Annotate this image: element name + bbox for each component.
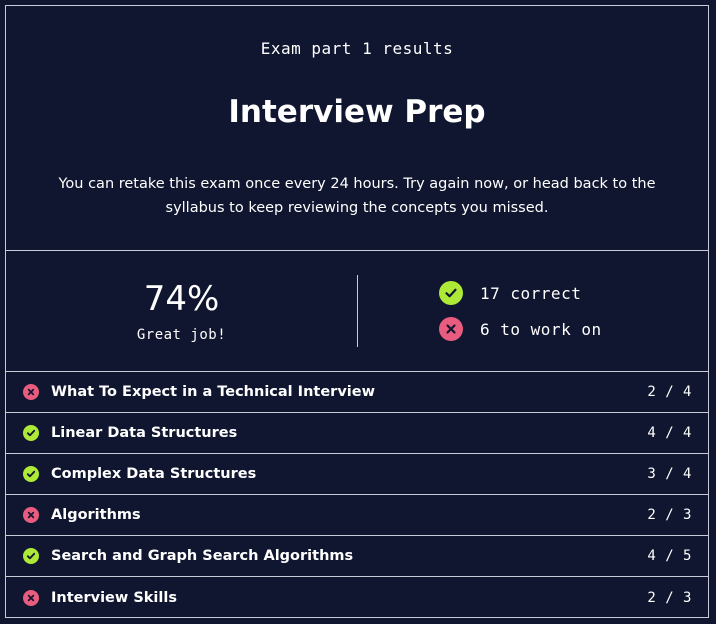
results-panel: Exam part 1 results Interview Prep You c…	[5, 5, 709, 618]
x-icon	[23, 384, 39, 400]
topic-results-list: What To Expect in a Technical Interview 2…	[6, 372, 708, 618]
topic-label: Algorithms	[51, 507, 141, 523]
topic-row[interactable]: Search and Graph Search Algorithms 4 / 5	[6, 536, 708, 577]
topic-score: 4 / 4	[647, 425, 692, 441]
correct-count-label: 17 correct	[480, 283, 582, 303]
topic-score: 2 / 3	[647, 507, 692, 523]
topic-label: What To Expect in a Technical Interview	[51, 384, 375, 400]
score-summary: 74% Great job! 17 correct 6 to work on	[6, 251, 708, 372]
x-icon	[439, 317, 463, 341]
summary-divider	[357, 275, 358, 347]
topic-score: 3 / 4	[647, 466, 692, 482]
page-title: Interview Prep	[228, 94, 486, 130]
results-header: Exam part 1 results Interview Prep You c…	[6, 6, 708, 251]
exam-part-label: Exam part 1 results	[260, 39, 454, 58]
topic-score: 4 / 5	[647, 548, 692, 564]
check-icon	[23, 466, 39, 482]
score-praise: Great job!	[136, 327, 227, 343]
score-block: 74% Great job!	[6, 277, 357, 343]
topic-label: Linear Data Structures	[51, 425, 238, 441]
check-icon	[23, 425, 39, 441]
topic-row[interactable]: Algorithms 2 / 3	[6, 495, 708, 536]
topic-label: Interview Skills	[51, 589, 177, 606]
score-percent: 74%	[143, 279, 220, 319]
topic-score: 2 / 4	[647, 384, 692, 400]
topic-score: 2 / 3	[647, 589, 692, 606]
topic-row[interactable]: Linear Data Structures 4 / 4	[6, 413, 708, 454]
topic-label: Complex Data Structures	[51, 466, 257, 482]
topic-row[interactable]: Interview Skills 2 / 3	[6, 577, 708, 618]
check-icon	[439, 281, 463, 305]
check-icon	[23, 548, 39, 564]
correct-count-row: 17 correct	[439, 281, 602, 305]
topic-row[interactable]: Complex Data Structures 3 / 4	[6, 454, 708, 495]
answer-tally: 17 correct 6 to work on	[439, 281, 602, 353]
x-icon	[23, 507, 39, 523]
topic-label: Search and Graph Search Algorithms	[51, 548, 354, 564]
x-icon	[23, 589, 39, 606]
work-on-count-row: 6 to work on	[439, 317, 602, 341]
work-on-count-label: 6 to work on	[480, 319, 602, 339]
retake-description: You can retake this exam once every 24 h…	[58, 176, 656, 216]
topic-row[interactable]: What To Expect in a Technical Interview 2…	[6, 372, 708, 413]
